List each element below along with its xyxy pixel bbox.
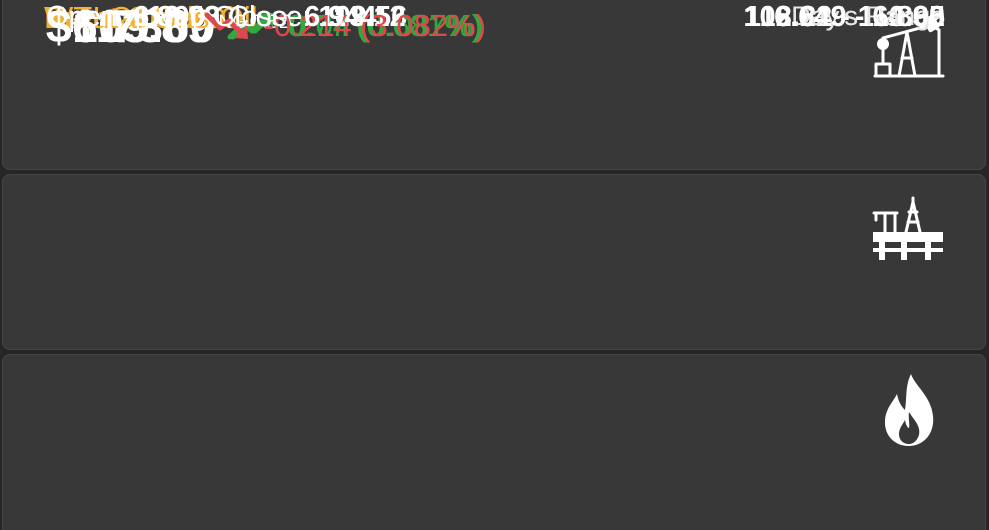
open-value: 6.800 <box>133 1 206 33</box>
commodity-card-brent[interactable] <box>2 174 986 350</box>
commodity-card-natural-gas[interactable] <box>2 354 986 530</box>
offshore-oil-rig-icon <box>872 196 943 260</box>
commodity-list: WTI Crude Oil CL $109.60 0.04 (0.037%) O… <box>0 0 989 530</box>
open-close-row: Open: 6.800 Close: 6.944 <box>46 0 377 34</box>
gas-flame-icon <box>884 374 934 446</box>
open-label: Open: <box>46 1 125 33</box>
close-label: Close: <box>213 1 296 33</box>
close-value: 6.944 <box>303 1 377 33</box>
days-range-value: 6.649 - 6.800 <box>774 1 945 33</box>
